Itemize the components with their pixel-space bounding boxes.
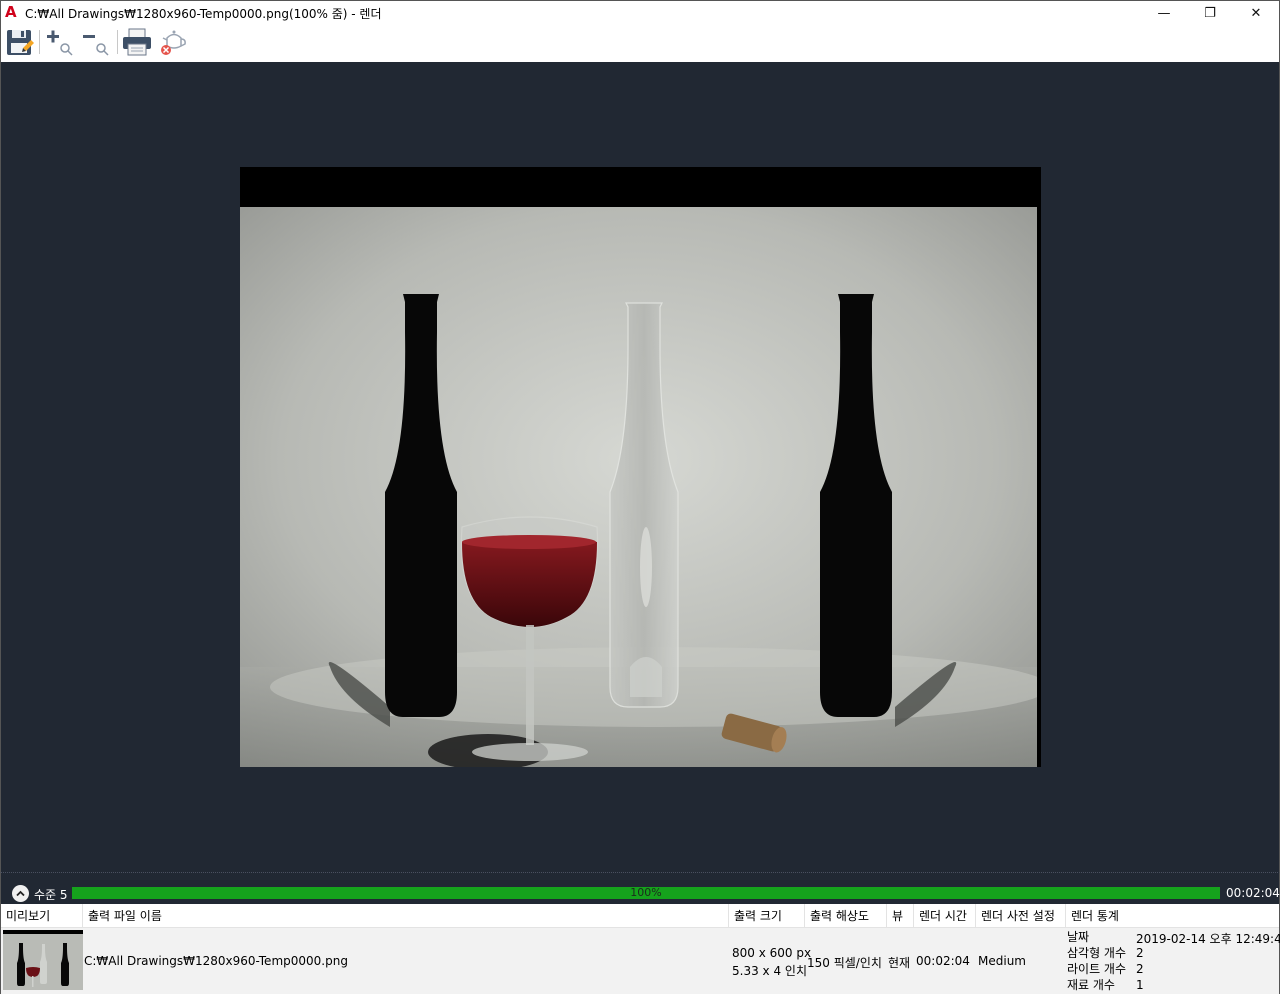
close-button[interactable]: ✕: [1233, 1, 1279, 25]
column-header-preset[interactable]: 렌더 사전 설정: [976, 904, 1066, 928]
stat-value-triangles: 2: [1136, 946, 1144, 960]
column-header-view[interactable]: 뷰: [887, 904, 914, 928]
title-bar: A C:₩All Drawings₩1280x960-Temp0000.png(…: [0, 0, 1280, 24]
render-viewport[interactable]: [0, 62, 1280, 872]
rendered-image[interactable]: [240, 167, 1041, 767]
toolbar-separator: [39, 30, 40, 54]
column-header-render-time[interactable]: 렌더 시간: [914, 904, 976, 928]
app-logo-icon: A: [5, 3, 17, 21]
view-value: 현재: [888, 956, 911, 970]
collapse-button[interactable]: [12, 885, 29, 902]
cancel-render-button[interactable]: [157, 26, 191, 58]
zoom-out-icon: [83, 35, 109, 56]
save-button[interactable]: [3, 26, 37, 58]
elapsed-time: 00:02:04: [1226, 886, 1280, 900]
output-filename: C:₩All Drawings₩1280x960-Temp0000.png: [84, 954, 348, 968]
preview-thumbnail: [3, 930, 83, 990]
restore-button[interactable]: ❐: [1187, 1, 1233, 25]
progress-percent: 100%: [630, 886, 662, 899]
stat-value-materials: 1: [1136, 978, 1144, 992]
thumbnail-image: [3, 930, 83, 990]
render-history-table: 미리보기 출력 파일 이름 출력 크기 출력 해상도 뷰 렌더 시간 렌더 사전…: [0, 904, 1280, 994]
column-header-filename[interactable]: 출력 파일 이름: [83, 904, 729, 928]
stat-label-lights: 라이트 개수: [1067, 962, 1127, 976]
minimize-button[interactable]: —: [1141, 1, 1187, 25]
teapot-cancel-icon: [161, 30, 186, 55]
render-time-value: 00:02:04: [916, 954, 970, 968]
output-size-inches: 5.33 x 4 인치: [732, 964, 807, 978]
progress-row: 수준 5 100% 00:02:04: [0, 872, 1280, 904]
stat-label-materials: 재료 개수: [1067, 978, 1115, 992]
output-resolution: 150 픽셀/인치: [807, 956, 882, 970]
column-header-resolution[interactable]: 출력 해상도: [805, 904, 887, 928]
stat-label-date: 날짜: [1067, 930, 1090, 944]
render-level-label: 수준 5: [34, 888, 68, 902]
window-title: C:₩All Drawings₩1280x960-Temp0000.png(10…: [25, 7, 382, 21]
chevron-up-icon: [16, 890, 25, 897]
zoom-out-button[interactable]: [79, 26, 113, 58]
stat-value-lights: 2: [1136, 962, 1144, 976]
print-button[interactable]: [120, 26, 154, 58]
rendered-scene: [240, 167, 1041, 767]
output-size-px: 800 x 600 px: [732, 946, 812, 960]
stat-value-date: 2019-02-14 오후 12:49:41: [1136, 932, 1280, 946]
print-icon: [123, 28, 151, 56]
render-preset-value: Medium: [978, 954, 1026, 968]
table-header: 미리보기 출력 파일 이름 출력 크기 출력 해상도 뷰 렌더 시간 렌더 사전…: [1, 904, 1279, 928]
progress-bar: 100%: [72, 887, 1220, 899]
toolbar: [0, 24, 1280, 62]
stat-label-triangles: 삼각형 개수: [1067, 946, 1127, 960]
column-header-stats[interactable]: 렌더 통계: [1066, 904, 1279, 928]
save-icon: [7, 30, 34, 55]
table-row[interactable]: C:₩All Drawings₩1280x960-Temp0000.png 80…: [1, 928, 1280, 994]
column-header-preview[interactable]: 미리보기: [1, 904, 83, 928]
column-header-size[interactable]: 출력 크기: [729, 904, 805, 928]
toolbar-separator: [117, 30, 118, 54]
zoom-in-button[interactable]: [43, 26, 77, 58]
zoom-in-icon: [47, 30, 73, 56]
